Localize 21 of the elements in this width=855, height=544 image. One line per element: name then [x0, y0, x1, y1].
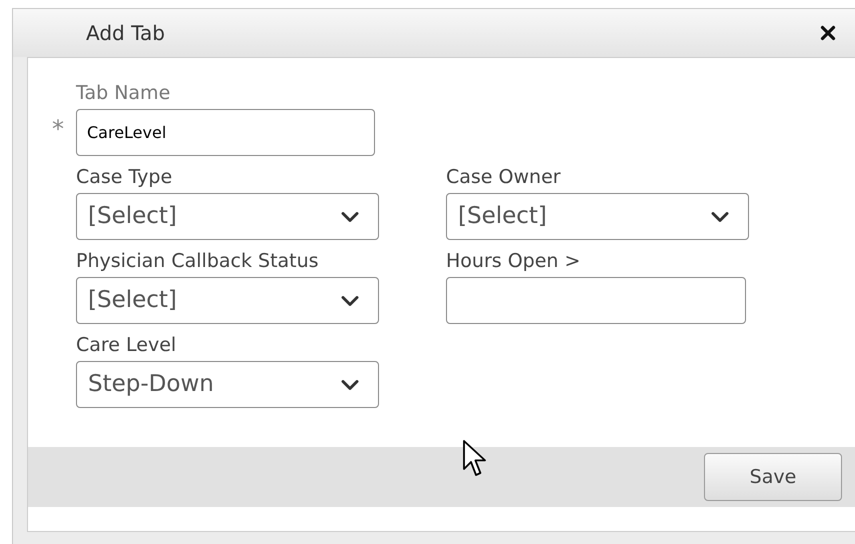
dropdown-value: [Select] — [88, 286, 177, 316]
field-label: Tab Name — [76, 81, 172, 106]
field-label: Physician Callback Status — [76, 249, 320, 274]
dropdown-value: [Select] — [458, 202, 547, 232]
input-field[interactable] — [446, 277, 746, 324]
dropdown[interactable]: [Select] — [76, 193, 379, 240]
dropdown[interactable]: [Select] — [76, 277, 379, 324]
field-label: Hours Open > — [446, 249, 582, 274]
mouse-cursor-icon — [462, 439, 488, 479]
field-label: Care Level — [76, 333, 178, 358]
field-label: Case Type — [76, 165, 174, 190]
dropdown[interactable]: [Select] — [446, 193, 749, 240]
dialog-title: Add Tab — [86, 20, 165, 47]
dropdown-value: [Select] — [88, 202, 177, 232]
input-field[interactable]: CareLevel — [76, 109, 375, 156]
field-label: Case Owner — [446, 165, 562, 190]
dropdown[interactable]: Step-Down — [76, 361, 379, 408]
dropdown-value: Step-Down — [88, 370, 214, 400]
input-value: CareLevel — [87, 122, 166, 144]
save-button[interactable]: Save — [704, 453, 842, 501]
required-mark: * — [52, 117, 64, 141]
